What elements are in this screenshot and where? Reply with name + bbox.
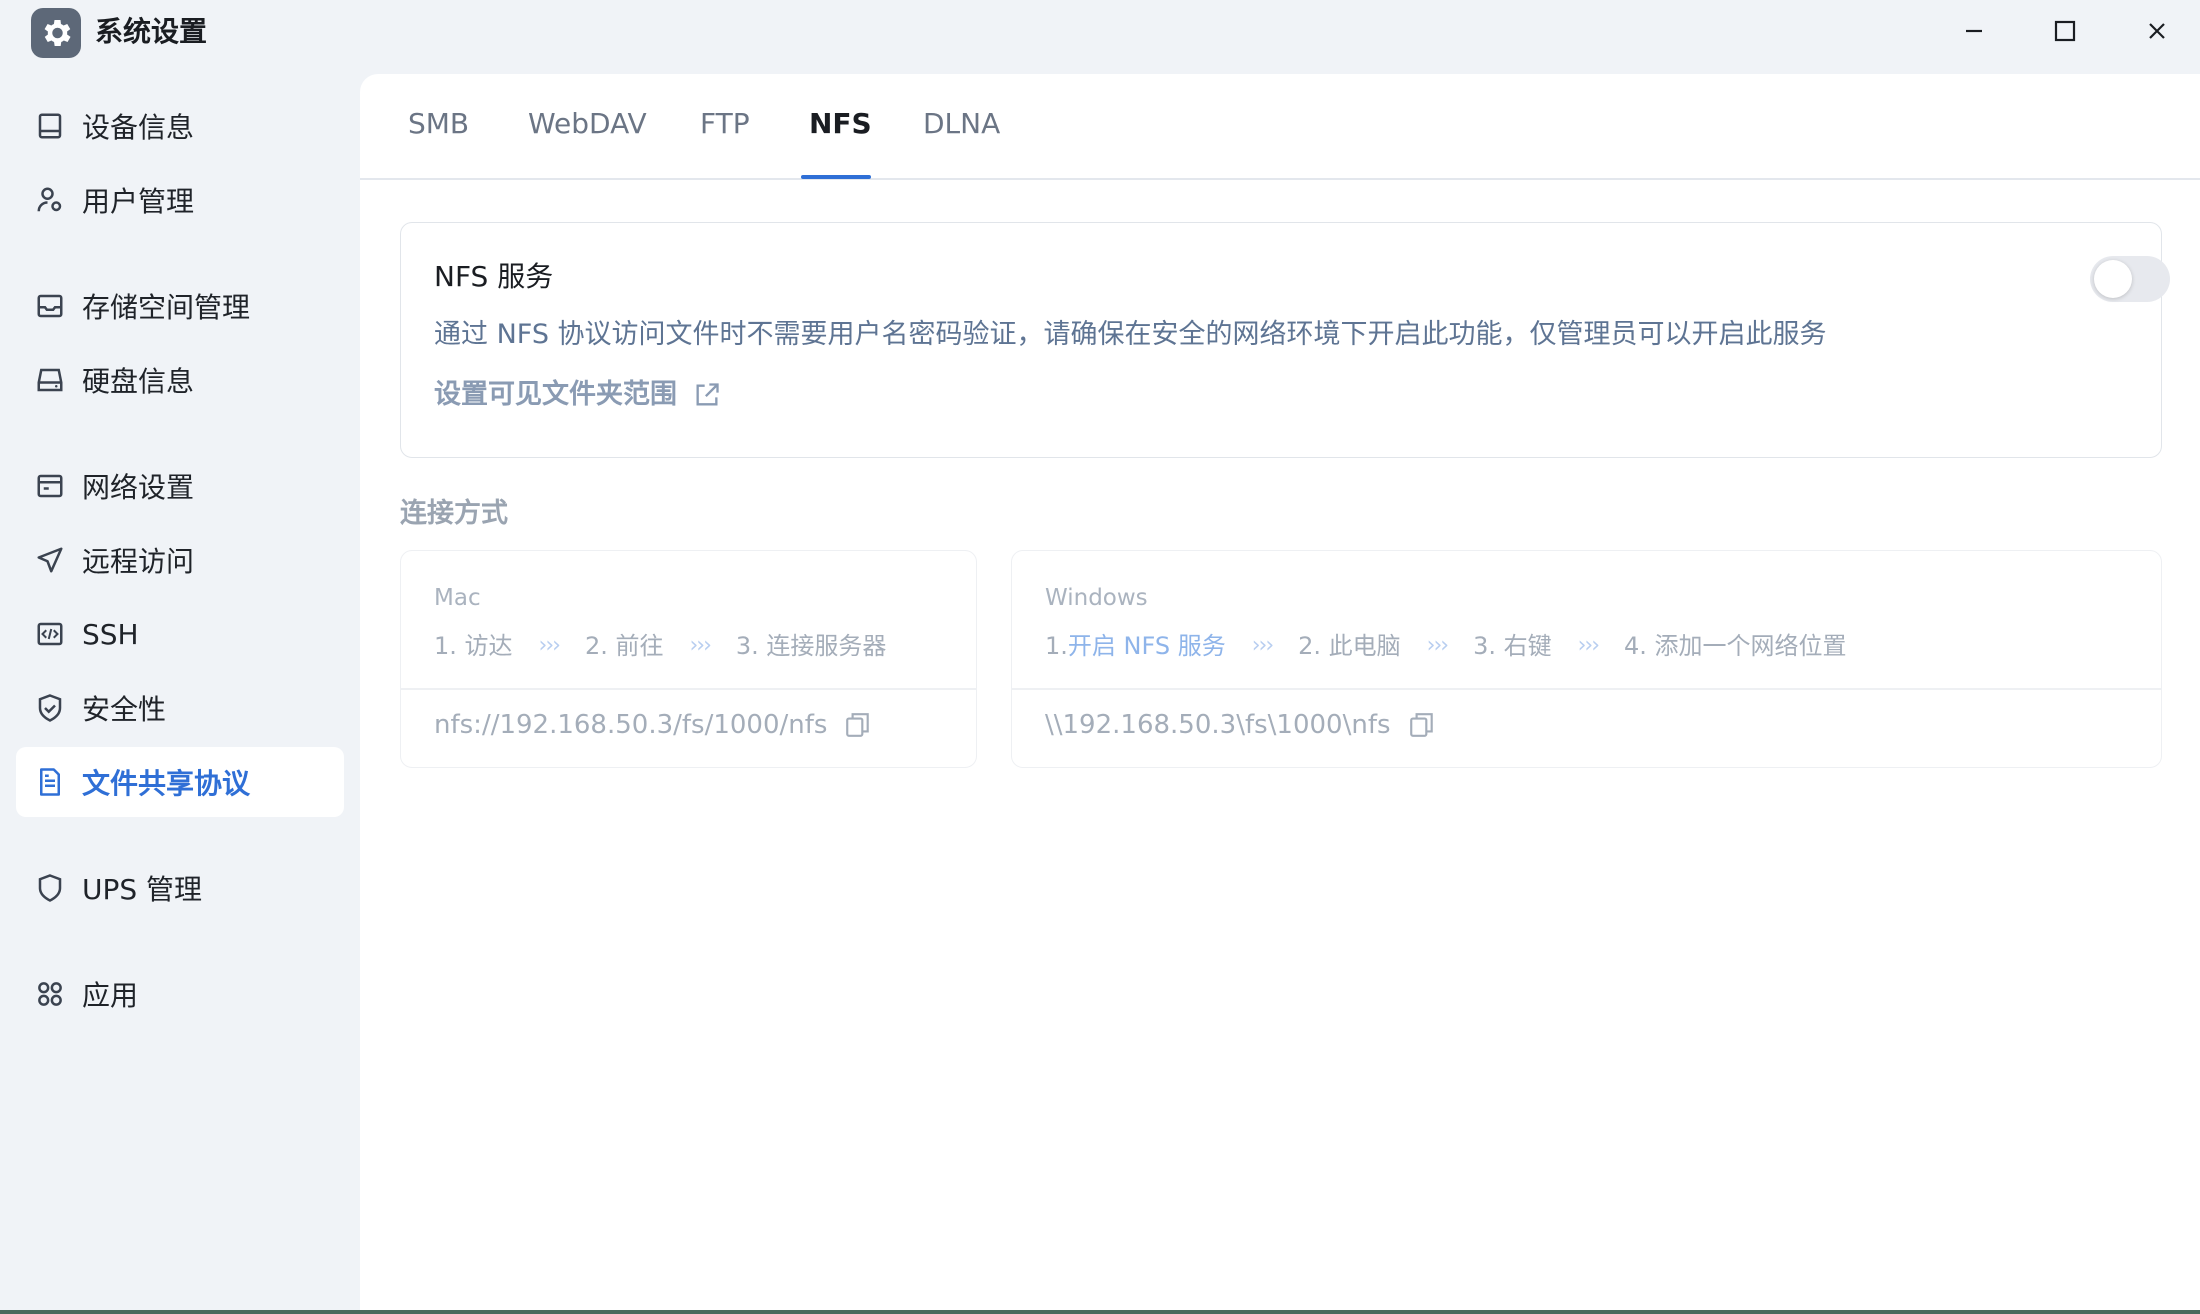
- desktop-edge: [0, 1310, 2200, 1314]
- user-gear-icon: [34, 184, 66, 216]
- windows-connection-card: Windows 1. 开启 NFS 服务 ››› 2. 此电脑 ››› 3. 右…: [1011, 550, 2162, 768]
- tab-nfs[interactable]: NFS: [809, 104, 872, 144]
- shield-icon: [34, 872, 66, 904]
- windows-path-row: \\192.168.50.3\fs\1000\nfs: [1045, 705, 1435, 745]
- sidebar-item-label: 安全性: [82, 693, 167, 726]
- window-title: 系统设置: [95, 15, 208, 48]
- sidebar-item-device-info[interactable]: 设备信息: [16, 91, 344, 161]
- chevron-right-icon: ›››: [538, 633, 561, 658]
- tab-bar: SMB WebDAV FTP NFS DLNA: [360, 74, 2200, 180]
- mac-nfs-path: nfs://192.168.50.3/fs/1000/nfs: [434, 710, 828, 740]
- mac-path-row: nfs://192.168.50.3/fs/1000/nfs: [434, 705, 871, 745]
- minimize-button[interactable]: [1948, 10, 2000, 52]
- chevron-right-icon: ›››: [1577, 633, 1600, 658]
- sidebar-item-ssh[interactable]: SSH: [16, 599, 344, 669]
- divider: [1012, 688, 2161, 690]
- mac-step: 1. 访达: [434, 632, 513, 660]
- chevron-right-icon: ›››: [689, 633, 711, 658]
- device-icon: [34, 110, 66, 142]
- copy-icon[interactable]: [845, 711, 871, 739]
- chevron-right-icon: ›››: [1426, 633, 1449, 658]
- windows-os-label: Windows: [1045, 585, 1148, 611]
- windows-steps: 1. 开启 NFS 服务 ››› 2. 此电脑 ››› 3. 右键 ››› 4.…: [1045, 629, 1847, 663]
- sidebar-item-user-management[interactable]: 用户管理: [16, 165, 344, 235]
- code-icon: [34, 618, 66, 650]
- settings-app-icon: [31, 8, 81, 58]
- sidebar-item-label: SSH: [82, 617, 139, 651]
- main-panel: SMB WebDAV FTP NFS DLNA NFS 服务 通过 NFS 协议…: [360, 74, 2200, 1314]
- service-description: 通过 NFS 协议访问文件时不需要用户名密码验证，请确保在安全的网络环境下开启此…: [434, 319, 1827, 350]
- mac-step: 2. 前往: [584, 632, 664, 660]
- mac-connection-card: Mac 1. 访达 ››› 2. 前往 ››› 3. 连接服务器 nfs://1…: [400, 550, 977, 768]
- active-tab-indicator: [801, 175, 871, 179]
- toggle-knob: [2094, 260, 2132, 298]
- enable-nfs-service-link[interactable]: 开启 NFS 服务: [1068, 629, 1226, 663]
- windows-step: 3. 右键: [1473, 632, 1552, 660]
- sidebar-item-label: 应用: [82, 979, 139, 1012]
- mac-steps: 1. 访达 ››› 2. 前往 ››› 3. 连接服务器: [434, 629, 886, 663]
- sidebar-item-label: UPS 管理: [82, 873, 203, 906]
- sidebar-item-label: 网络设置: [82, 471, 195, 504]
- windows-nfs-path: \\192.168.50.3\fs\1000\nfs: [1045, 710, 1391, 740]
- storage-icon: [34, 290, 66, 322]
- tab-ftp[interactable]: FTP: [700, 104, 750, 144]
- sidebar-item-label: 硬盘信息: [82, 365, 195, 398]
- chevron-right-icon: ›››: [1251, 633, 1274, 658]
- nfs-service-toggle[interactable]: [2090, 256, 2170, 302]
- sidebar-item-label: 文件共享协议: [82, 767, 251, 800]
- close-button[interactable]: [2131, 10, 2183, 52]
- disk-icon: [34, 364, 66, 396]
- sidebar-item-network[interactable]: 网络设置: [16, 451, 344, 521]
- connection-section-title: 连接方式: [400, 498, 508, 529]
- tab-webdav[interactable]: WebDAV: [528, 104, 647, 144]
- divider: [401, 688, 976, 690]
- tab-dlna[interactable]: DLNA: [923, 104, 1000, 144]
- nfs-service-card: NFS 服务 通过 NFS 协议访问文件时不需要用户名密码验证，请确保在安全的网…: [400, 222, 2170, 458]
- sidebar-item-remote-access[interactable]: 远程访问: [16, 525, 344, 595]
- mac-os-label: Mac: [434, 585, 481, 611]
- external-link-icon: [696, 383, 719, 406]
- visible-folder-scope-link[interactable]: 设置可见文件夹范围: [434, 375, 721, 415]
- sidebar-item-label: 远程访问: [82, 545, 195, 578]
- close-icon: [2149, 23, 2165, 39]
- document-icon: [34, 766, 66, 798]
- copy-icon[interactable]: [1409, 711, 1435, 739]
- windows-step: 4. 添加一个网络位置: [1624, 632, 1847, 660]
- sidebar-item-apps[interactable]: 应用: [16, 959, 344, 1029]
- title-bar: 系统设置: [0, 0, 2200, 66]
- network-icon: [34, 470, 66, 502]
- sidebar-item-security[interactable]: 安全性: [16, 673, 344, 743]
- sidebar: 设备信息 用户管理 存储空间管理 硬盘信息 网络设置 远程访问 SSH 安全性 …: [0, 66, 360, 1310]
- shield-check-icon: [34, 692, 66, 724]
- sidebar-item-disk-info[interactable]: 硬盘信息: [16, 345, 344, 415]
- sidebar-item-label: 存储空间管理: [82, 291, 251, 324]
- mac-step: 3. 连接服务器: [735, 632, 887, 660]
- service-title: NFS 服务: [434, 260, 554, 293]
- link-label: 设置可见文件夹范围: [434, 379, 677, 410]
- minimize-icon: [1966, 29, 1982, 33]
- maximize-button[interactable]: [2039, 10, 2091, 52]
- sidebar-item-storage[interactable]: 存储空间管理: [16, 271, 344, 341]
- sidebar-item-label: 用户管理: [82, 185, 195, 218]
- sidebar-item-ups[interactable]: UPS 管理: [16, 853, 344, 923]
- sidebar-item-file-sharing[interactable]: 文件共享协议: [16, 747, 344, 817]
- send-icon: [34, 544, 66, 576]
- settings-window: 系统设置 设备信息 用户管理 存储空间管理 硬盘信息 网络设置 远程访问 SSH…: [0, 0, 2200, 1314]
- tab-smb[interactable]: SMB: [408, 104, 469, 144]
- windows-step: 1.: [1045, 632, 1068, 660]
- maximize-icon: [2054, 20, 2076, 42]
- windows-step: 2. 此电脑: [1298, 632, 1401, 660]
- apps-icon: [34, 978, 66, 1010]
- sidebar-item-label: 设备信息: [82, 111, 195, 144]
